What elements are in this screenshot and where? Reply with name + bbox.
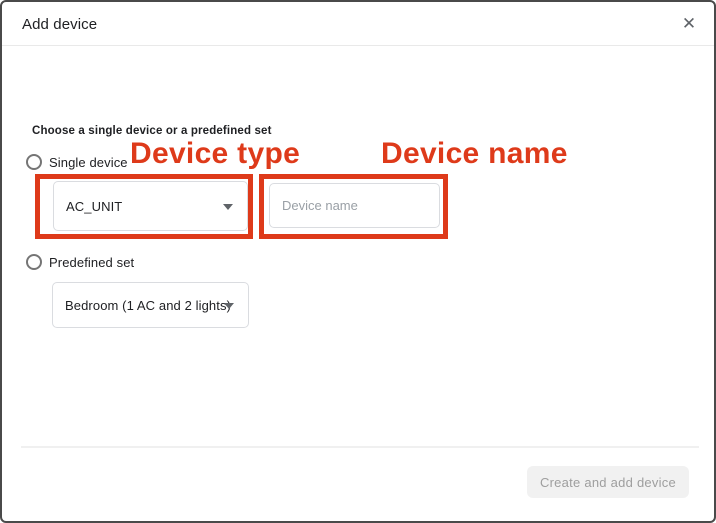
predefined-set-radio-row[interactable]: Predefined set [26,254,134,270]
device-name-annotation-label: Device name [381,137,568,171]
device-type-selected-value: AC_UNIT [54,199,122,214]
add-device-dialog: Add device ✕ Choose a single device or a… [0,0,716,523]
device-name-input[interactable] [269,183,440,228]
single-device-radio-row[interactable]: Single device [26,154,128,170]
predefined-set-radio[interactable] [26,254,42,270]
single-device-radio[interactable] [26,154,42,170]
device-type-annotation-label: Device type [130,137,300,171]
section-heading: Choose a single device or a predefined s… [32,125,272,137]
close-icon[interactable]: ✕ [676,11,702,37]
dialog-header: Add device ✕ [2,2,714,46]
chevron-down-icon [223,204,233,210]
single-device-radio-label[interactable]: Single device [49,155,128,170]
dialog-title: Add device [22,16,97,33]
predefined-set-select[interactable]: Bedroom (1 AC and 2 lights) [52,282,249,328]
predefined-set-selected-value: Bedroom (1 AC and 2 lights) [53,298,231,313]
footer-divider [21,446,699,448]
chevron-down-icon [224,303,234,309]
device-type-select[interactable]: AC_UNIT [53,181,248,231]
create-and-add-device-button[interactable]: Create and add device [527,466,689,498]
predefined-set-radio-label[interactable]: Predefined set [49,255,134,270]
dialog-body: Choose a single device or a predefined s… [2,47,714,521]
